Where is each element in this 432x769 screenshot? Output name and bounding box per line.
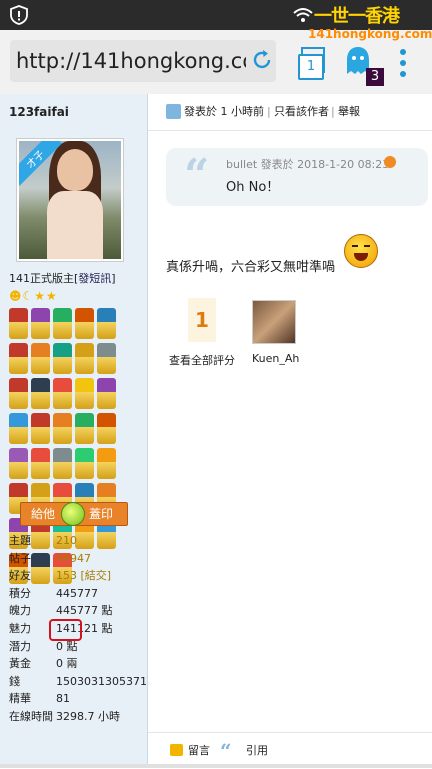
medal-icon[interactable] <box>9 378 28 409</box>
medal-icon[interactable] <box>9 413 28 444</box>
stat-value: 0 兩 <box>56 657 78 671</box>
quote-mark-icon: “ <box>184 150 210 201</box>
only-author-link[interactable]: 只看該作者 <box>274 94 329 130</box>
stat-value: 81 <box>56 692 70 706</box>
watermark-subtitle: 141hongkong.com <box>308 27 432 41</box>
wifi-icon <box>293 8 313 22</box>
stamp-ball-icon <box>61 502 85 526</box>
stat-row: 精華 81 <box>9 692 70 706</box>
medal-icon[interactable] <box>75 378 94 409</box>
view-all-ratings-link[interactable]: 查看全部評分 <box>169 352 235 368</box>
medal-icon[interactable] <box>53 343 72 374</box>
quote-meta: bullet 發表於 2018-1-20 08:23 <box>226 158 390 171</box>
level-icons: ☻☾★★ <box>9 289 58 303</box>
medal-icon[interactable] <box>97 378 116 409</box>
author-username[interactable]: 123faifai <box>9 105 69 119</box>
medal-icon[interactable] <box>75 308 94 339</box>
stat-row: 積分 445777 <box>9 586 98 600</box>
stat-value[interactable]: 153 <box>56 569 77 582</box>
send-message-link[interactable]: 發短訊 <box>78 272 111 285</box>
medal-icon[interactable] <box>53 308 72 339</box>
moon-icon: ☾ <box>22 289 35 303</box>
rater-name[interactable]: Kuen_Ah <box>252 352 299 365</box>
stat-row: 主題 210 <box>9 534 77 547</box>
url-bar[interactable]: http://141hongkong.com <box>10 40 276 82</box>
medal-icon[interactable] <box>75 448 94 479</box>
quote-block: “ bullet 發表於 2018-1-20 08:23 Oh No！ <box>166 148 428 206</box>
stat-row: 好友 153 [結交] <box>9 569 112 583</box>
rater-avatar[interactable] <box>252 300 296 344</box>
medal-icon[interactable] <box>75 343 94 374</box>
watermark-title: 一世一香港 <box>314 6 400 27</box>
star-icon: ★ <box>34 289 47 303</box>
stat-row: 錢 1503031305371 <box>9 674 147 688</box>
stat-row: 黃金 0 兩 <box>9 657 78 671</box>
stat-value: 3298.7 小時 <box>56 709 120 723</box>
medal-icon[interactable] <box>9 343 28 374</box>
stat-value: 0 點 <box>56 639 78 653</box>
bottom-edge <box>0 764 432 768</box>
stat-value[interactable]: 210 <box>56 534 77 547</box>
tab-count-badge[interactable]: 1 <box>298 54 324 80</box>
medal-icon[interactable] <box>97 308 116 339</box>
medal-icon[interactable] <box>53 378 72 409</box>
stat-row: 在線時間 3298.7 小時 <box>9 709 120 723</box>
sun-icon: ☻ <box>9 289 23 303</box>
medal-icon[interactable] <box>97 448 116 479</box>
post-message: 真係升喎，六合彩又無咁準喎 <box>166 260 336 275</box>
avatar[interactable]: 才子 <box>16 138 124 262</box>
post-header: 發表於 1 小時前 | 只看該作者 | 舉報 <box>148 94 432 131</box>
laughing-emoji-icon <box>344 234 378 268</box>
comment-icon[interactable] <box>170 744 183 756</box>
author-rank: 141正式版主[發短訊] <box>9 272 116 285</box>
medal-icon[interactable] <box>97 343 116 374</box>
medal-icon[interactable] <box>31 308 50 339</box>
give-stamp-button[interactable]: 給他 蓋印 <box>20 502 128 526</box>
rank-title: 141正式版主 <box>9 272 74 285</box>
medal-icon[interactable] <box>31 378 50 409</box>
medal-icon[interactable] <box>75 413 94 444</box>
stat-value: 445777 點 <box>56 604 113 618</box>
reload-icon[interactable] <box>250 48 274 72</box>
quote-text: Oh No！ <box>226 180 280 195</box>
post-time: 發表於 1 小時前 <box>184 105 264 118</box>
shield-icon <box>10 5 28 25</box>
avatar-image: 才子 <box>19 141 121 259</box>
medal-icon[interactable] <box>53 448 72 479</box>
jump-to-quote-icon[interactable] <box>384 156 396 168</box>
more-options-icon[interactable] <box>398 48 408 78</box>
post-body: 發表於 1 小時前 | 只看該作者 | 舉報 “ bullet 發表於 2018… <box>148 94 432 769</box>
user-icon <box>166 104 181 119</box>
author-sidebar: 123faifai 才子 141正式版主[發短訊] ☻☾★★ 給他 蓋印 主題 2… <box>0 94 148 768</box>
medal-icon[interactable] <box>9 308 28 339</box>
highlight-box <box>49 619 82 641</box>
medal-icon[interactable] <box>31 448 50 479</box>
add-friend-link[interactable]: [結交] <box>81 569 112 582</box>
give-label: 給他 <box>31 507 56 521</box>
medal-icon[interactable] <box>9 448 28 479</box>
report-link[interactable]: 舉報 <box>338 94 360 130</box>
medal-icon[interactable] <box>53 413 72 444</box>
stat-value: 445777 <box>56 586 98 600</box>
divider: | <box>267 105 271 118</box>
forum-post: 123faifai 才子 141正式版主[發短訊] ☻☾★★ 給他 蓋印 主題 2… <box>0 94 432 769</box>
divider: | <box>331 105 335 118</box>
stat-value: 1503031305371 <box>56 674 147 688</box>
stamp-label: 蓋印 <box>89 507 114 521</box>
star-icon: ★ <box>46 289 58 303</box>
rating-count: 1 <box>188 298 216 342</box>
stat-row: 帖子 44947 <box>9 551 91 565</box>
stat-row: 魄力 445777 點 <box>9 604 113 618</box>
medal-icon[interactable] <box>97 413 116 444</box>
stat-value[interactable]: 44947 <box>56 552 91 565</box>
notification-badge: 3 <box>366 68 384 86</box>
url-text[interactable]: http://141hongkong.com <box>16 49 246 73</box>
medal-icon[interactable] <box>31 343 50 374</box>
medal-icon[interactable] <box>31 413 50 444</box>
